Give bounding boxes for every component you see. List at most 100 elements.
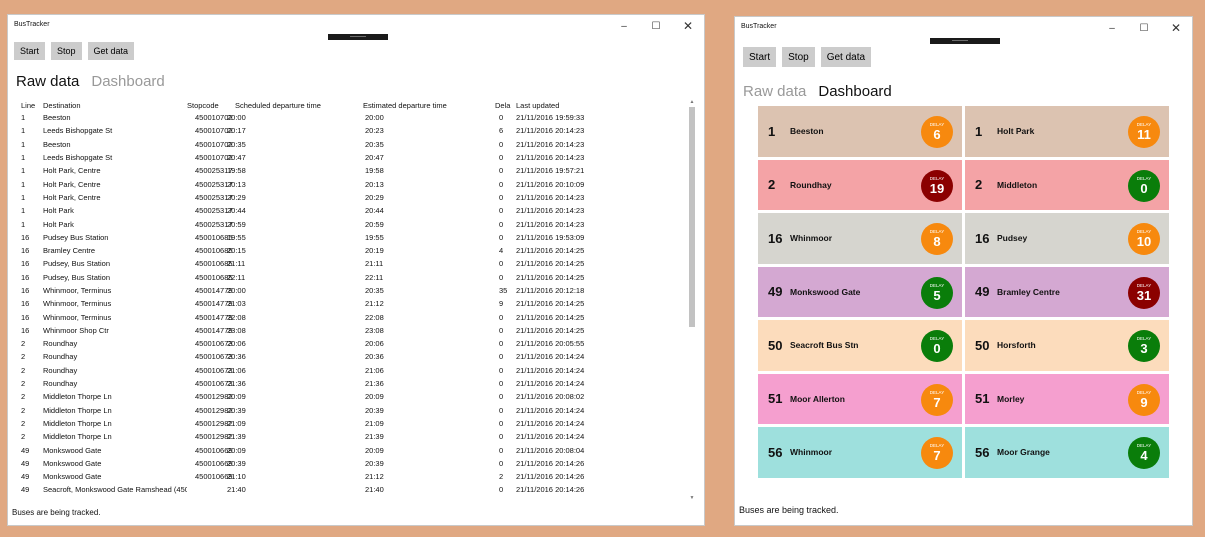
table-cell: 21:06 — [227, 365, 246, 375]
scroll-up-icon[interactable]: ▲ — [689, 99, 695, 105]
column-header[interactable]: Line — [16, 101, 43, 110]
drag-handle[interactable] — [930, 38, 1000, 44]
table-row[interactable]: 16 Whinmoor Shop Ctr 450014779 23:08 23:08 0 2… — [16, 324, 688, 337]
table-cell: 21/11/2016 19:59:33 — [516, 113, 585, 123]
table-row[interactable]: 2 Roundhay 450010673 21:06 21:06 0 21/11/2016 … — [16, 364, 688, 377]
table-cell: 450010685 — [195, 232, 233, 242]
table-row[interactable]: 16 Pudsey Bus Station 450010685 19:55 19:55 0… — [16, 231, 688, 244]
minimize-button[interactable]: – — [608, 15, 640, 37]
table-row[interactable]: 16 Pudsey, Bus Station 450010685 21:11 21:11… — [16, 257, 688, 270]
route-card: 49 Monkswood Gate DELAY 5 — [758, 266, 962, 317]
delay-label: DELAY — [929, 175, 945, 181]
table-row[interactable]: 2 Roundhay 450010673 20:06 20:06 0 21/11/2016 … — [16, 337, 688, 350]
table-row[interactable]: 2 Middleton Thorpe Ln 450012982 20:09 20:09 0… — [16, 390, 688, 403]
close-button[interactable]: ✕ — [1160, 17, 1192, 39]
table-cell: 23:08 — [365, 325, 384, 335]
table-cell: 21/11/2016 20:14:26 — [516, 458, 585, 468]
table-row[interactable]: 1 Leeds Bishopgate St 450010702 20:17 20:23 6… — [16, 124, 688, 137]
column-header[interactable]: Destination — [43, 101, 187, 110]
route-number: 49 — [975, 284, 990, 300]
table-cell: 20:09 — [227, 445, 246, 455]
vertical-scrollbar[interactable]: ▲ ▼ — [689, 99, 695, 501]
table-cell: 20:36 — [227, 352, 246, 362]
table-row[interactable]: 49 Monkswood Gate 450010669 20:09 20:09 0 21/1… — [16, 443, 688, 456]
maximize-button[interactable]: ☐ — [640, 15, 672, 37]
table-cell: 1 — [21, 126, 26, 136]
route-number: 1 — [975, 123, 983, 139]
column-header[interactable]: Estimated departure time — [363, 101, 495, 110]
route-destination: Whinmoor — [790, 233, 833, 244]
table-row[interactable]: 16 Whinmoor, Terminus 450014779 20:00 20:35 3… — [16, 284, 688, 297]
route-destination: Holt Park — [997, 126, 1035, 137]
table-cell: 450014779 — [195, 299, 233, 309]
table-cell: 1 — [21, 192, 26, 202]
table-cell: 1 — [21, 179, 26, 189]
bustracker-window-raw: BusTracker – ☐ ✕ Start Stop Get data Raw… — [7, 14, 705, 526]
scroll-thumb[interactable] — [689, 107, 695, 327]
get-data-button[interactable]: Get data — [87, 42, 135, 60]
delay-badge: DELAY 10 — [1128, 223, 1160, 255]
table-row[interactable]: 16 Bramley Centre 450010685 20:15 20:19 4 21/1… — [16, 244, 688, 257]
route-card: 50 Seacroft Bus Stn DELAY 0 — [758, 320, 962, 371]
table-row[interactable]: 2 Middleton Thorpe Ln 450012982 20:39 20:39 0… — [16, 404, 688, 417]
tab-dashboard[interactable]: Dashboard — [818, 83, 891, 100]
route-number: 2 — [768, 177, 776, 193]
table-row[interactable]: 1 Beeston 450010702 20:35 20:35 0 21/11/2016 2… — [16, 138, 688, 151]
stop-button[interactable]: Stop — [782, 47, 815, 67]
table-row[interactable]: 49 Monkswood Gate 450010669 21:10 21:12 2 21/1… — [16, 470, 688, 483]
get-data-button[interactable]: Get data — [820, 47, 872, 67]
table-row[interactable]: 2 Middleton Thorpe Ln 450012982 21:09 21:09 0… — [16, 417, 688, 430]
table-row[interactable]: 1 Holt Park 450025317 20:59 20:59 0 21/11/2016… — [16, 217, 688, 230]
table-cell: 450014779 — [195, 286, 233, 295]
table-cell: 0 — [499, 206, 504, 216]
table-row[interactable]: 49 Monkswood Gate 450010669 20:39 20:39 0 21/1… — [16, 457, 688, 470]
close-button[interactable]: ✕ — [672, 15, 704, 37]
table-cell: 20:19 — [365, 246, 384, 256]
stop-button[interactable]: Stop — [51, 42, 82, 60]
table-row[interactable]: 1 Holt Park 450025317 20:44 20:44 0 21/11/2016… — [16, 204, 688, 217]
table-row[interactable]: 49 Seacroft, Monkswood Gate Ramshead (450… — [16, 483, 688, 496]
delay-value: 31 — [1136, 287, 1152, 303]
column-header[interactable]: Dela — [495, 101, 516, 110]
column-header[interactable]: Stopcode — [187, 101, 235, 110]
table-row[interactable]: 2 Roundhay 450010673 21:36 21:36 0 21/11/2016 … — [16, 377, 688, 390]
table-cell: 21/11/2016 20:14:24 — [516, 379, 585, 389]
table-row[interactable]: 2 Roundhay 450010673 20:36 20:36 0 21/11/2016 … — [16, 350, 688, 363]
table-cell: Pudsey, Bus Station — [43, 272, 110, 282]
table-row[interactable]: 1 Beeston 450010702 20:00 20:00 0 21/11/2016 1… — [16, 111, 688, 124]
column-header[interactable]: Scheduled departure time — [235, 101, 363, 110]
delay-label: DELAY — [1136, 389, 1152, 395]
maximize-button[interactable]: ☐ — [1128, 17, 1160, 39]
table-row[interactable]: 16 Whinmoor, Terminus 450014779 21:03 21:12 9… — [16, 297, 688, 310]
data-grid: Line Destination Stopcode Scheduled depa… — [16, 99, 688, 499]
table-cell: 20:44 — [365, 206, 384, 216]
minimize-button[interactable]: – — [1096, 17, 1128, 39]
table-row[interactable]: 1 Holt Park, Centre 450025317 19:58 19:58 0 21… — [16, 164, 688, 177]
table-cell: 450010685 — [195, 246, 233, 256]
tab-dashboard[interactable]: Dashboard — [91, 73, 164, 90]
table-row[interactable]: 2 Middleton Thorpe Ln 450012982 21:39 21:39 0… — [16, 430, 688, 443]
table-row[interactable]: 1 Holt Park, Centre 450025317 20:13 20:13 0 21… — [16, 177, 688, 190]
table-cell: 21:36 — [227, 379, 246, 389]
start-button[interactable]: Start — [743, 47, 777, 67]
table-row[interactable]: 1 Leeds Bishopgate St 450010702 20:47 20:47 0… — [16, 151, 688, 164]
table-cell: 22:08 — [227, 312, 246, 322]
drag-handle[interactable] — [328, 34, 388, 40]
table-cell: 21:09 — [227, 418, 246, 428]
start-button[interactable]: Start — [14, 42, 46, 60]
route-card: 51 Morley DELAY 9 — [965, 373, 1169, 424]
table-cell: 0 — [499, 272, 504, 282]
title-bar[interactable]: BusTracker – ☐ ✕ — [735, 17, 1192, 39]
table-cell: Whinmoor, Terminus — [43, 286, 112, 295]
table-cell: Whinmoor Shop Ctr — [43, 325, 109, 335]
table-row[interactable]: 16 Whinmoor, Terminus 450014779 22:08 22:08 0… — [16, 310, 688, 323]
tab-raw-data[interactable]: Raw data — [743, 83, 806, 100]
grid-body: 1 Beeston 450010702 20:00 20:00 0 21/11/2016 1… — [16, 111, 688, 497]
scroll-down-icon[interactable]: ▼ — [689, 495, 695, 501]
table-row[interactable]: 16 Pudsey, Bus Station 450010685 22:11 22:11… — [16, 271, 688, 284]
table-cell: 16 — [21, 259, 30, 269]
tab-raw-data[interactable]: Raw data — [16, 73, 79, 90]
table-cell: 16 — [21, 312, 30, 322]
table-row[interactable]: 1 Holt Park, Centre 450025317 20:29 20:29 0 21… — [16, 191, 688, 204]
column-header[interactable]: Last updated — [516, 101, 636, 110]
